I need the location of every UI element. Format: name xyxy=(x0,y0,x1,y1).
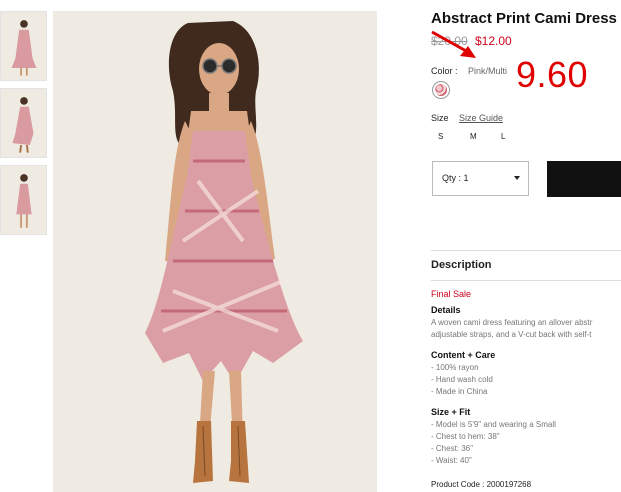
quantity-value: Qty : 1 xyxy=(442,173,469,183)
fit-line: - Chest: 36" xyxy=(431,444,473,453)
divider xyxy=(431,280,621,281)
color-swatch-pattern xyxy=(435,84,447,96)
care-line: - Made in China xyxy=(431,387,488,396)
description-heading[interactable]: Description xyxy=(431,259,492,271)
color-value: Pink/Multi xyxy=(468,66,508,76)
color-swatch[interactable] xyxy=(432,81,450,99)
model-in-dress-illustration xyxy=(53,11,377,492)
details-heading: Details xyxy=(431,305,461,315)
thumbnail-side-image xyxy=(1,89,46,157)
product-title: Abstract Print Cami Dress xyxy=(431,10,617,27)
thumbnail-front-image xyxy=(1,12,46,80)
care-line: - 100% rayon xyxy=(431,363,479,372)
add-to-bag-button[interactable] xyxy=(547,161,621,197)
color-label: Color : xyxy=(431,66,458,76)
annotation-arrow-icon xyxy=(431,30,476,58)
thumbnail-front[interactable] xyxy=(0,11,47,81)
fit-line: - Waist: 40" xyxy=(431,456,472,465)
final-sale-label: Final Sale xyxy=(431,289,472,299)
product-code: Product Code : 2000197268 xyxy=(431,480,532,489)
quantity-select[interactable]: Qty : 1 xyxy=(432,161,529,196)
size-guide-link[interactable]: Size Guide xyxy=(459,113,503,123)
size-option-s[interactable]: S xyxy=(438,132,443,141)
size-label: Size xyxy=(431,113,449,123)
content-care-heading: Content + Care xyxy=(431,350,496,360)
fit-line: - Model is 5'9" and wearing a Small xyxy=(431,420,556,429)
thumbnail-back-image xyxy=(1,166,46,234)
thumbnail-back[interactable] xyxy=(0,165,47,235)
main-product-image[interactable] xyxy=(53,11,377,492)
divider xyxy=(431,250,621,251)
chevron-down-icon xyxy=(514,176,520,180)
care-line: - Hand wash cold xyxy=(431,375,493,384)
thumbnail-side[interactable] xyxy=(0,88,47,158)
fit-line: - Chest to hem: 38" xyxy=(431,432,500,441)
annotated-price: 9.60 xyxy=(516,54,589,95)
size-fit-heading: Size + Fit xyxy=(431,407,471,417)
details-line: adjustable straps, and a V-cut back with… xyxy=(431,330,592,339)
size-option-m[interactable]: M xyxy=(470,132,477,141)
size-option-l[interactable]: L xyxy=(501,132,505,141)
details-line: A woven cami dress featuring an allover … xyxy=(431,318,593,327)
